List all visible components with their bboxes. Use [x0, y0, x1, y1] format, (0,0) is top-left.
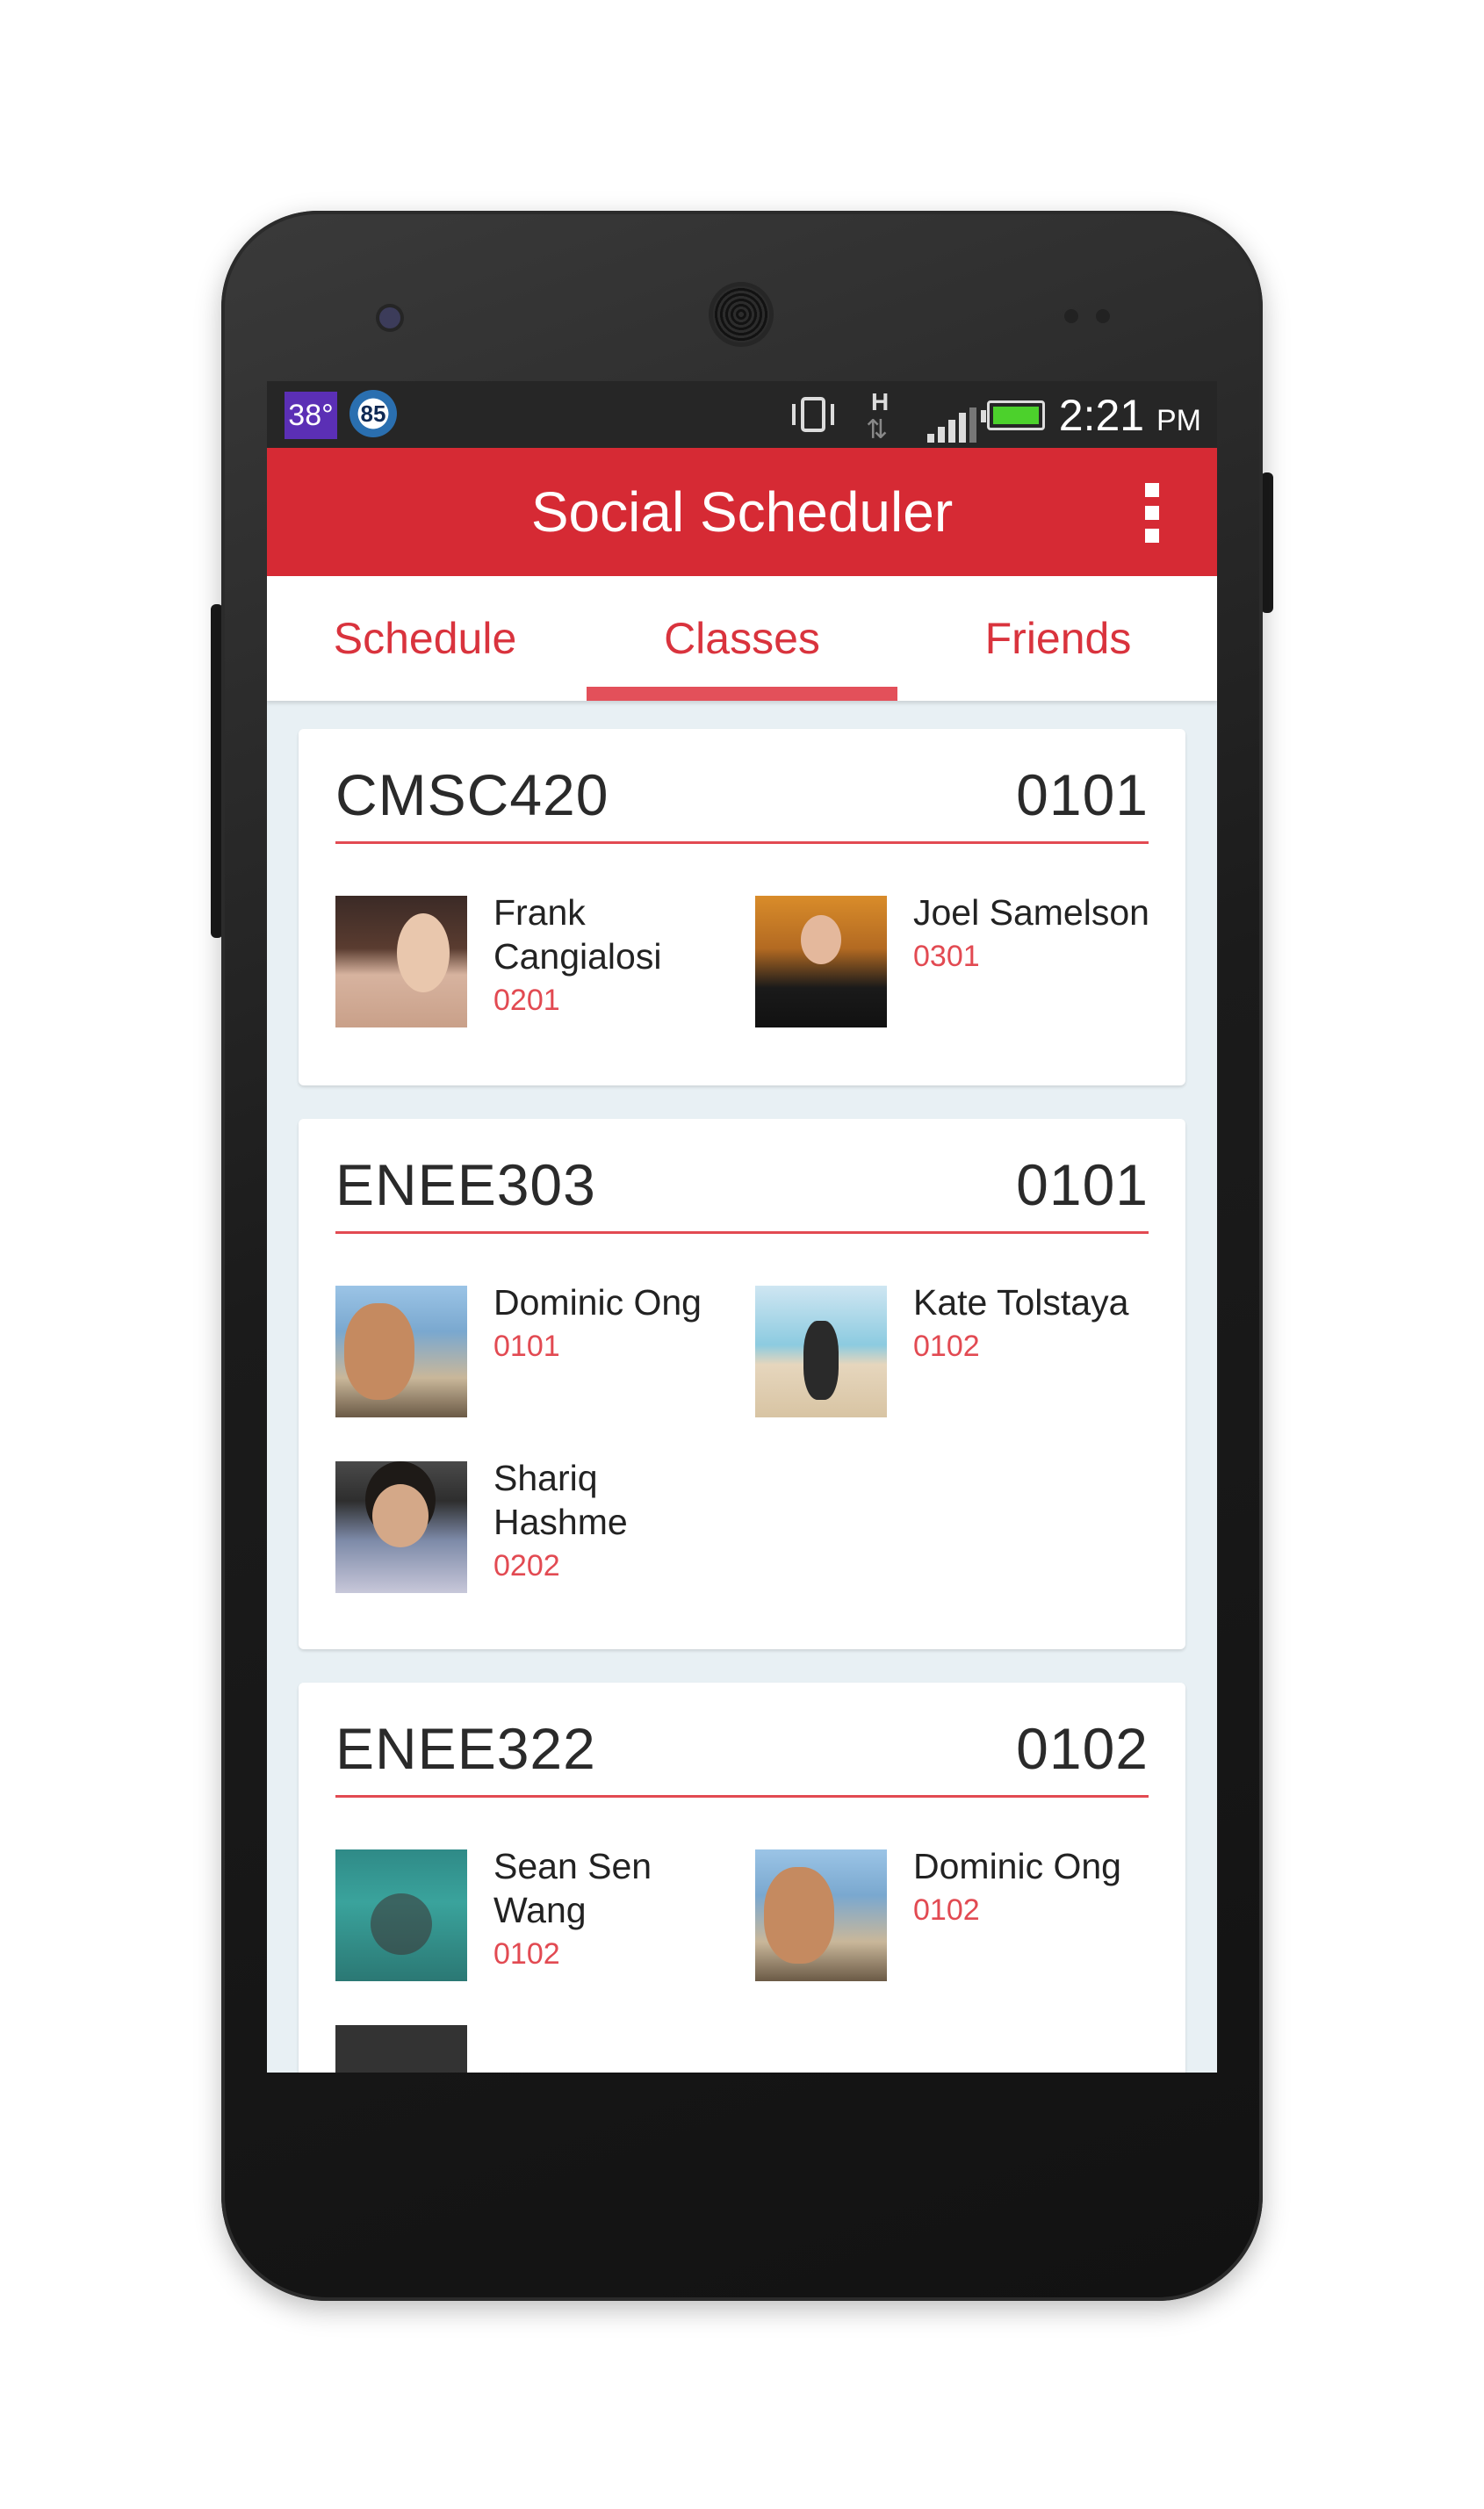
course-section: 0101: [1016, 762, 1149, 827]
battery-icon: [981, 400, 1045, 430]
avatar: [335, 896, 467, 1027]
course-code: ENEE322: [335, 1716, 596, 1781]
course-code: CMSC420: [335, 762, 609, 827]
front-camera: [379, 307, 400, 328]
status-bar: 38° 85 H ⇅ 2:21 PM: [267, 381, 1217, 448]
friend-section: 0101: [493, 1330, 560, 1363]
active-tab-indicator: [587, 687, 897, 701]
class-card[interactable]: CMSC420 0101 Frank Cangialosi 0201 Joel …: [299, 729, 1185, 1085]
earpiece-speaker: [713, 286, 769, 342]
tab-friends[interactable]: Friends: [900, 576, 1216, 701]
clock: 2:21 PM: [1059, 381, 1201, 455]
friend-item[interactable]: Dominic Ong 0102: [755, 1846, 1159, 1981]
app-bar: Social Scheduler: [267, 448, 1217, 576]
friend-name: Shariq Hashme: [493, 1458, 628, 1542]
class-card-header: CMSC420 0101: [335, 755, 1149, 844]
avatar: [755, 1286, 887, 1417]
friend-section: 0102: [913, 1893, 980, 1927]
class-card-header: ENEE322 0102: [335, 1709, 1149, 1798]
friend-item-partial[interactable]: [335, 2025, 739, 2073]
battery-percent-badge: 85: [349, 390, 397, 437]
friend-name: Kate Tolstaya: [913, 1282, 1129, 1323]
friend-item[interactable]: Shariq Hashme 0202: [335, 1458, 739, 1593]
app-title: Social Scheduler: [530, 480, 954, 544]
class-card[interactable]: ENEE322 0102 Sean Sen Wang 0102 Dominic …: [299, 1683, 1185, 2073]
friend-name: Sean Sen Wang: [493, 1846, 652, 1930]
proximity-sensor: [1064, 309, 1078, 323]
course-section: 0101: [1016, 1152, 1149, 1217]
course-code: ENEE303: [335, 1152, 596, 1217]
avatar: [335, 1286, 467, 1417]
friend-section: 0202: [493, 1549, 560, 1583]
weather-temperature-badge: 38°: [285, 392, 337, 439]
clock-ampm: PM: [1156, 404, 1201, 437]
tab-classes[interactable]: Classes: [584, 576, 900, 701]
light-sensor: [1096, 309, 1110, 323]
friend-name: Joel Samelson: [913, 892, 1149, 933]
friend-item[interactable]: Joel Samelson 0301: [755, 892, 1159, 1027]
power-button: [1261, 472, 1273, 613]
tab-bar: Schedule Classes Friends: [267, 576, 1217, 701]
signal-icon: [926, 399, 978, 443]
friend-item[interactable]: Frank Cangialosi 0201: [335, 892, 739, 1027]
friend-item[interactable]: Kate Tolstaya 0102: [755, 1282, 1159, 1417]
screen: 38° 85 H ⇅ 2:21 PM Social Scheduler Sche…: [267, 381, 1217, 2073]
avatar: [755, 896, 887, 1027]
tab-schedule[interactable]: Schedule: [267, 576, 583, 701]
friend-section: 0201: [493, 984, 560, 1017]
class-card-header: ENEE303 0101: [335, 1145, 1149, 1234]
avatar: [755, 1849, 887, 1981]
friend-name: Dominic Ong: [493, 1282, 702, 1323]
friend-name: Dominic Ong: [913, 1846, 1121, 1886]
friend-section: 0301: [913, 940, 980, 973]
friend-name: Frank Cangialosi: [493, 892, 662, 977]
course-section: 0102: [1016, 1716, 1149, 1781]
friend-item[interactable]: Sean Sen Wang 0102: [335, 1846, 739, 1981]
avatar: [335, 1461, 467, 1593]
clock-time: 2:21: [1058, 391, 1145, 440]
friend-item[interactable]: Dominic Ong 0101: [335, 1282, 739, 1417]
class-card[interactable]: ENEE303 0101 Dominic Ong 0101 Kate Tolst…: [299, 1119, 1185, 1649]
overflow-menu-icon[interactable]: [1143, 483, 1161, 543]
friend-section: 0102: [493, 1937, 560, 1971]
friend-section: 0102: [913, 1330, 980, 1363]
avatar: [335, 2025, 467, 2073]
avatar: [335, 1849, 467, 1981]
